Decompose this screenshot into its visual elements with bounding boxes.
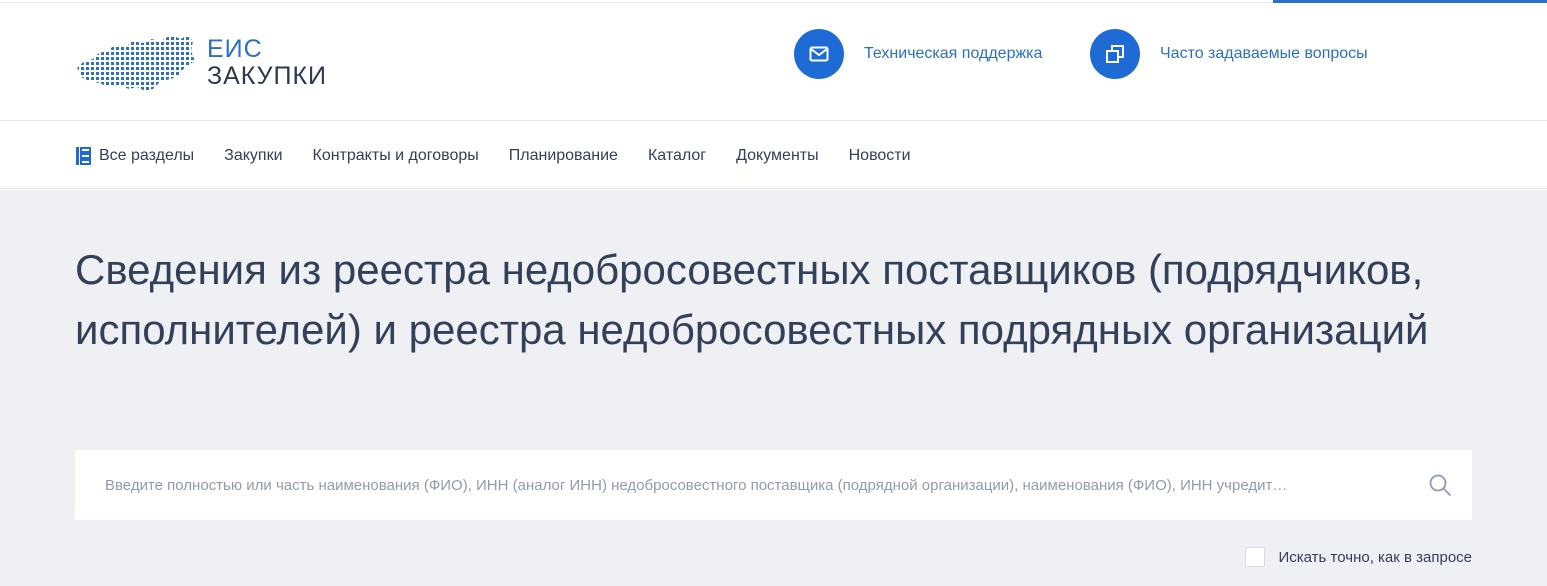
checkbox-box[interactable]: [1244, 547, 1265, 567]
exact-search-checkbox[interactable]: Искать точно, как в запросе: [1244, 547, 1473, 567]
page-title: Сведения из реестра недобросовестных пос…: [75, 246, 1429, 353]
nav-item-purchases[interactable]: Закупки: [224, 147, 282, 165]
eis-logo[interactable]: ЕИС ЗАКУПКИ: [75, 31, 335, 95]
main-content: Сведения из реестра недобросовестных пос…: [0, 190, 1547, 586]
tech-support-link[interactable]: Техническая поддержка: [794, 29, 1042, 79]
logo-line-1: ЕИС: [207, 34, 263, 63]
nav-item-contracts[interactable]: Контракты и договоры: [313, 147, 479, 165]
nav-item-planning[interactable]: Планирование: [509, 147, 618, 165]
nav-item-all-sections[interactable]: Все разделы: [76, 146, 195, 165]
site-header: ЕИС ЗАКУПКИ Техническая поддержка Часто …: [0, 3, 1547, 121]
search-box: [75, 450, 1472, 520]
mail-icon: [794, 29, 844, 79]
sections-grid-icon: [76, 146, 91, 165]
russia-map-icon: [77, 35, 195, 91]
faq-link[interactable]: Часто задаваемые вопросы: [1090, 29, 1368, 79]
search-input[interactable]: [105, 476, 1395, 494]
tech-support-label: Техническая поддержка: [864, 45, 1043, 62]
logo-line-2: ЗАКУПКИ: [207, 62, 328, 90]
faq-label: Часто задаваемые вопросы: [1160, 45, 1368, 62]
main-nav: Все разделы Закупки Контракты и договоры…: [0, 122, 1547, 189]
copy-windows-icon: [1090, 29, 1140, 79]
search-icon[interactable]: [1428, 473, 1452, 497]
nav-item-catalog[interactable]: Каталог: [648, 147, 706, 165]
nav-item-documents[interactable]: Документы: [736, 147, 818, 165]
nav-item-label: Все разделы: [99, 146, 195, 164]
nav-item-news[interactable]: Новости: [849, 147, 911, 165]
exact-search-label: Искать точно, как в запросе: [1278, 548, 1473, 566]
